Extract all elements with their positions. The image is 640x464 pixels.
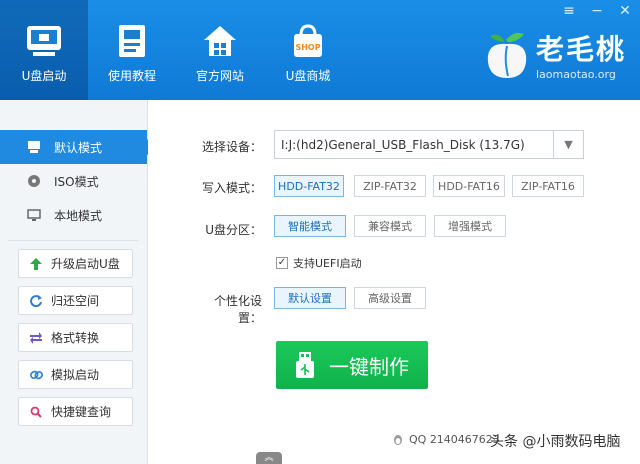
swap-arrows-icon xyxy=(29,331,43,345)
usb-plug-icon xyxy=(296,352,314,378)
device-label: 选择设备： xyxy=(201,140,262,154)
qq-number: QQ 2140467623 xyxy=(409,433,500,446)
book-icon xyxy=(112,23,152,59)
tool-label: 模拟启动 xyxy=(51,368,100,382)
partition-smart[interactable]: 智能模式 xyxy=(274,215,346,237)
nav-label: 官方网站 xyxy=(195,69,244,83)
chevron-up-icon[interactable]: ︽ xyxy=(256,452,282,464)
simulate-boot-button[interactable]: 模拟启动 xyxy=(18,360,133,389)
nav-label: U盘启动 xyxy=(21,69,67,83)
qq-contact: QQ 2140467623 xyxy=(392,433,500,446)
refresh-icon xyxy=(29,294,43,308)
nav-label: 使用教程 xyxy=(107,69,156,83)
write-mode-hdd-fat16[interactable]: HDD-FAT16 xyxy=(433,175,505,197)
disc-icon xyxy=(26,174,42,188)
minimize-icon[interactable]: − xyxy=(590,4,604,18)
main-panel: 选择设备： I:J:(hd2)General_USB_Flash_Disk (1… xyxy=(148,100,640,464)
top-nav: U盘启动 使用教程 官方网站 SHOP U盘商城 xyxy=(0,0,352,100)
link-icon xyxy=(29,368,43,382)
nav-tutorial[interactable]: 使用教程 xyxy=(88,0,176,100)
mode-default[interactable]: 默认模式 xyxy=(0,130,155,164)
shop-badge: SHOP xyxy=(295,43,320,52)
tool-label: 格式转换 xyxy=(51,331,100,345)
brand-logo: 老毛桃 laomaotao.org xyxy=(484,28,626,81)
personal-default[interactable]: 默认设置 xyxy=(274,287,346,309)
hotkey-query-button[interactable]: 快捷键查询 xyxy=(18,397,133,426)
make-label: 一键制作 xyxy=(329,354,409,379)
mode-local[interactable]: 本地模式 xyxy=(0,198,147,232)
peach-logo-icon xyxy=(487,32,527,78)
nav-usb-boot[interactable]: U盘启动 xyxy=(0,0,88,100)
close-icon[interactable]: ✕ xyxy=(618,4,632,18)
usb-drive-icon xyxy=(24,23,64,59)
one-click-make-button[interactable]: 一键制作 xyxy=(276,341,428,389)
mode-label: 默认模式 xyxy=(54,140,103,155)
mode-list: 默认模式 ISO模式 本地模式 xyxy=(0,130,155,232)
uefi-label: 支持UEFI启动 xyxy=(293,257,362,270)
personal-advanced[interactable]: 高级设置 xyxy=(354,287,426,309)
uefi-checkbox[interactable]: ✓ 支持UEFI启动 xyxy=(276,255,362,271)
nav-shop[interactable]: SHOP U盘商城 xyxy=(264,0,352,100)
device-select[interactable]: I:J:(hd2)General_USB_Flash_Disk (13.7G) … xyxy=(274,130,584,159)
checkmark-icon: ✓ xyxy=(276,257,288,269)
nav-label: U盘商城 xyxy=(285,69,331,83)
partition-enhanced[interactable]: 增强模式 xyxy=(434,215,506,237)
restore-space-button[interactable]: 归还空间 xyxy=(18,286,133,315)
write-mode-label: 写入模式： xyxy=(201,181,262,195)
upgrade-usb-button[interactable]: 升级启动U盘 xyxy=(18,249,133,278)
write-mode-zip-fat32[interactable]: ZIP-FAT32 xyxy=(354,175,426,197)
search-icon xyxy=(29,405,43,419)
mode-label: ISO模式 xyxy=(54,174,99,189)
personal-label: 个性化设置： xyxy=(213,294,262,325)
device-value: I:J:(hd2)General_USB_Flash_Disk (13.7G) xyxy=(281,137,525,152)
nav-official-site[interactable]: 官方网站 xyxy=(176,0,264,100)
format-convert-button[interactable]: 格式转换 xyxy=(18,323,133,352)
tool-label: 快捷键查询 xyxy=(51,405,112,419)
write-mode-hdd-fat32[interactable]: HDD-FAT32 xyxy=(274,175,344,197)
tool-label: 升级启动U盘 xyxy=(51,257,120,271)
partition-compatible[interactable]: 兼容模式 xyxy=(354,215,426,237)
monitor-icon xyxy=(26,208,42,222)
partition-label: U盘分区： xyxy=(205,223,262,237)
logo-title: 老毛桃 xyxy=(535,33,626,66)
up-arrow-icon xyxy=(29,257,43,271)
sidebar: 默认模式 ISO模式 本地模式 升级启动U盘 归还空间 格式转换 模拟启动 快捷… xyxy=(0,100,155,464)
window-controls: ≡ − ✕ xyxy=(562,4,632,18)
tool-label: 归还空间 xyxy=(51,294,100,308)
mode-iso[interactable]: ISO模式 xyxy=(0,164,147,198)
menu-icon[interactable]: ≡ xyxy=(562,4,576,18)
shop-bag-icon: SHOP xyxy=(288,23,328,59)
qq-penguin-icon xyxy=(394,434,402,445)
logo-url: laomaotao.org xyxy=(535,68,616,81)
mode-label: 本地模式 xyxy=(54,208,103,223)
watermark: 头条 @小雨数码电脑 xyxy=(490,434,621,450)
divider xyxy=(8,240,139,241)
home-icon xyxy=(200,23,240,59)
chevron-down-icon[interactable]: ▼ xyxy=(553,131,583,158)
title-bar: U盘启动 使用教程 官方网站 SHOP U盘商城 ≡ − ✕ 老毛桃 laoma… xyxy=(0,0,640,100)
write-mode-zip-fat16[interactable]: ZIP-FAT16 xyxy=(512,175,584,197)
usb-drive-icon xyxy=(26,140,42,154)
